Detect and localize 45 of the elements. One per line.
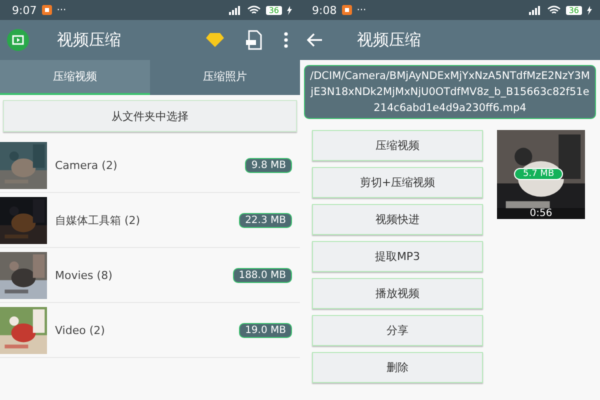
action-button[interactable]: 播放视频 [312, 278, 483, 309]
app-title: 视频压缩 [357, 30, 421, 50]
action-button[interactable]: 剪切+压缩视频 [312, 167, 483, 198]
charging-icon [287, 6, 292, 14]
action-button[interactable]: 视频快进 [312, 204, 483, 235]
size-badge: 9.8 MB [245, 158, 292, 172]
folder-name: Video (2) [55, 324, 105, 336]
size-badge: 22.3 MB [239, 212, 292, 228]
more-notifications: ··· [56, 4, 66, 16]
tab[interactable]: 压缩视频 [0, 60, 150, 95]
action-button[interactable]: 分享 [312, 315, 483, 346]
choose-folder-button[interactable]: 从文件夹中选择 [3, 100, 297, 132]
charging-icon [587, 6, 592, 14]
back-icon[interactable] [307, 33, 323, 47]
folder-row[interactable]: Movies (8) 188.0 MB [0, 248, 300, 303]
diamond-icon[interactable] [206, 33, 224, 47]
size-badge: 19.0 MB [239, 322, 292, 338]
folder-name: Camera (2) [55, 158, 118, 172]
app-notification-icon [342, 5, 352, 15]
status-time: 9:08 [312, 4, 337, 16]
size-badge: 188.0 MB [232, 268, 292, 282]
document-icon[interactable] [246, 30, 262, 50]
app-title: 视频压缩 [57, 30, 121, 50]
file-path: /DCIM/Camera/BMjAyNDExMjYxNzA5NTdfMzE2NzY3MjE3N18xNDk2MjMxNjU0OTdfMV8z_b_B15663c82f51e214c6abd1e4d9a230ff6.mp4 [304, 65, 596, 119]
more-notifications: ··· [356, 4, 366, 16]
app-logo-icon [7, 29, 29, 51]
folder-row[interactable]: Camera (2) 9.8 MB [0, 138, 300, 193]
status-time: 9:07 [12, 4, 37, 16]
action-button[interactable]: 压缩视频 [312, 130, 483, 161]
signal-icon [528, 6, 542, 14]
duration-label: 0:56 [497, 208, 585, 219]
action-button[interactable]: 删除 [312, 352, 483, 383]
signal-icon [228, 6, 242, 14]
folder-name: Movies (8) [55, 268, 112, 282]
wifi-icon [246, 5, 261, 15]
action-button[interactable]: 提取MP3 [312, 241, 483, 272]
more-options-icon[interactable] [284, 32, 288, 48]
folder-name: 自媒体工具箱 (2) [55, 212, 140, 228]
folder-row[interactable]: Video (2) 19.0 MB [0, 303, 300, 358]
battery-indicator: 36 [566, 6, 582, 14]
app-notification-icon [42, 5, 52, 15]
size-badge: 5.7 MB [514, 168, 564, 180]
folder-row[interactable]: 自媒体工具箱 (2) 22.3 MB [0, 193, 300, 248]
wifi-icon [546, 5, 561, 15]
battery-indicator: 36 [266, 6, 282, 14]
